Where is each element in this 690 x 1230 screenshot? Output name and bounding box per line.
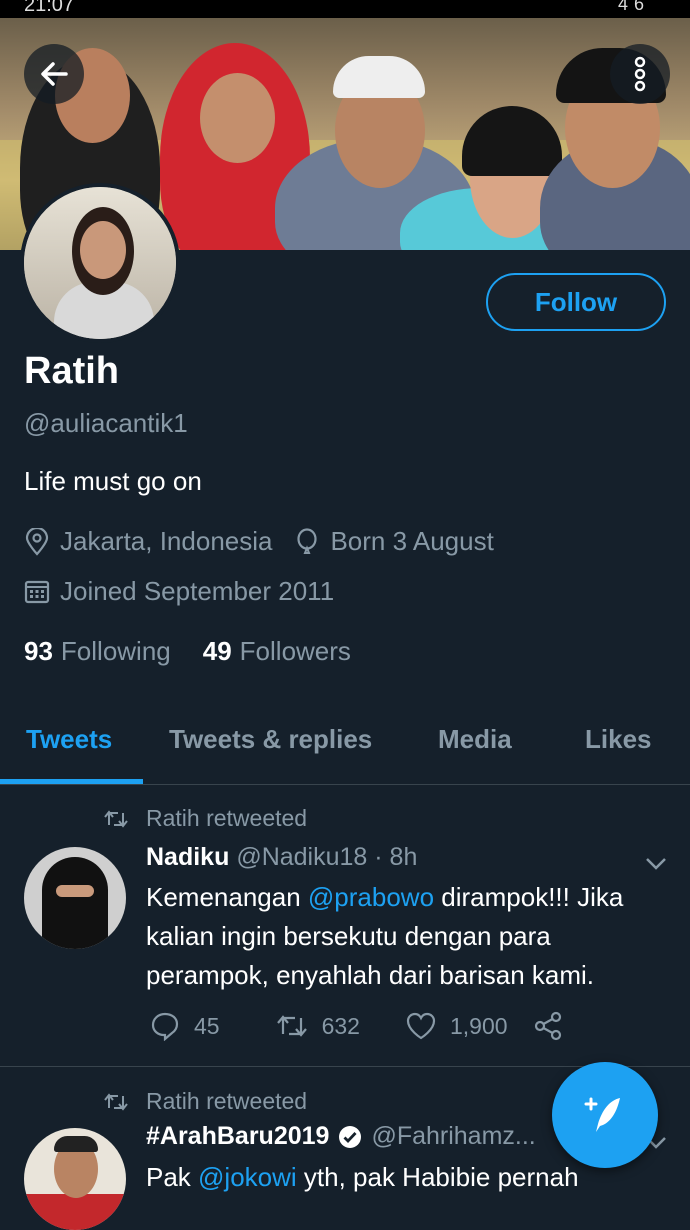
tweet-author[interactable]: Nadiku [146, 843, 229, 871]
arrow-left-icon [41, 62, 68, 86]
retweet-count: 632 [321, 1012, 360, 1039]
share-icon [534, 1011, 561, 1041]
following-link[interactable]: 93 Following [24, 636, 171, 667]
mention-link[interactable]: @jokowi [198, 1162, 297, 1192]
location-icon [24, 527, 50, 556]
following-label: Following [60, 636, 171, 666]
tab-tweets-replies[interactable]: Tweets & replies [169, 724, 372, 755]
retweet-label: Ratih retweeted [146, 1088, 308, 1114]
tweet-text: Pak @jokowi yth, pak Habibie pernah [146, 1162, 579, 1192]
profile-avatar[interactable] [20, 183, 180, 343]
balloon-icon [294, 527, 320, 556]
tab-media[interactable]: Media [438, 724, 512, 755]
tweet-actions: 45 632 1,900 [150, 1011, 564, 1041]
reply-icon [151, 1012, 179, 1041]
tab-tweets[interactable]: Tweets [26, 724, 112, 755]
tweet-time: · 8h [374, 843, 418, 871]
mention-link[interactable]: @prabowo [308, 882, 434, 912]
status-icons: 46 [617, 0, 650, 14]
retweet-label: Ratih retweeted [146, 805, 308, 831]
profile-joined-row: Joined September 2011 [24, 576, 334, 607]
retweet-icon [104, 1092, 128, 1111]
profile-joined: Joined September 2011 [60, 576, 335, 606]
reply-button[interactable]: 45 [150, 1011, 220, 1041]
more-options-button[interactable] [610, 44, 670, 104]
follow-counts: 93 Following 49 Followers [24, 636, 351, 667]
status-bar: 21:07 46 [0, 0, 690, 18]
profile-bio: Life must go on [24, 466, 202, 496]
tweet-author[interactable]: #ArahBaru2019 [146, 1122, 329, 1151]
reply-count: 45 [194, 1012, 220, 1039]
chevron-down-icon[interactable] [644, 855, 668, 871]
follow-button[interactable]: Follow [486, 273, 666, 331]
tweet-handle: @Nadiku18 [236, 843, 368, 871]
tweet[interactable]: Ratih retweeted Nadiku @Nadiku18 · 8h Ke… [0, 785, 690, 1065]
tweet-avatar[interactable] [24, 1128, 126, 1230]
share-button[interactable] [532, 1011, 564, 1041]
tab-likes[interactable]: Likes [585, 724, 652, 755]
retweet-icon [276, 1015, 307, 1037]
profile-handle: @auliacantik1 [24, 408, 188, 438]
like-count: 1,900 [449, 1012, 508, 1039]
compose-feather-icon [584, 1097, 620, 1132]
tweet-header: #ArahBaru2019 @Fahrihamz... [146, 1122, 536, 1151]
tweet-handle: @Fahrihamz... [371, 1122, 536, 1150]
tweet-header: Nadiku @Nadiku18 · 8h [146, 843, 417, 872]
active-tab-indicator [0, 779, 143, 784]
followers-label: Followers [239, 636, 351, 666]
retweet-button[interactable]: 632 [276, 1013, 360, 1040]
following-count: 93 [24, 636, 53, 666]
profile-location: Jakarta, Indonesia [60, 526, 273, 556]
status-time: 21:07 [24, 0, 75, 16]
followers-count: 49 [202, 636, 232, 666]
compose-tweet-button[interactable] [552, 1062, 658, 1168]
heart-icon [406, 1012, 436, 1040]
back-button[interactable] [24, 44, 84, 104]
profile-birthday: Born 3 August [330, 526, 494, 556]
retweet-icon [104, 809, 128, 828]
retweet-indicator: Ratih retweeted [104, 1088, 307, 1115]
profile-tabs: Tweets Tweets & replies Media Likes [0, 710, 690, 785]
tweet-text: Kemenangan @prabowo dirampok!!! Jika kal… [146, 882, 624, 990]
verified-badge-icon [339, 1125, 362, 1148]
profile-meta-row: Jakarta, Indonesia Born 3 August [24, 526, 494, 557]
like-button[interactable]: 1,900 [406, 1012, 508, 1040]
retweet-indicator: Ratih retweeted [104, 805, 307, 832]
followers-link[interactable]: 49 Followers [203, 636, 351, 667]
tweet-avatar[interactable] [24, 847, 126, 949]
profile-name: Ratih [24, 350, 119, 392]
calendar-icon [24, 578, 50, 606]
more-vertical-icon [634, 56, 646, 92]
